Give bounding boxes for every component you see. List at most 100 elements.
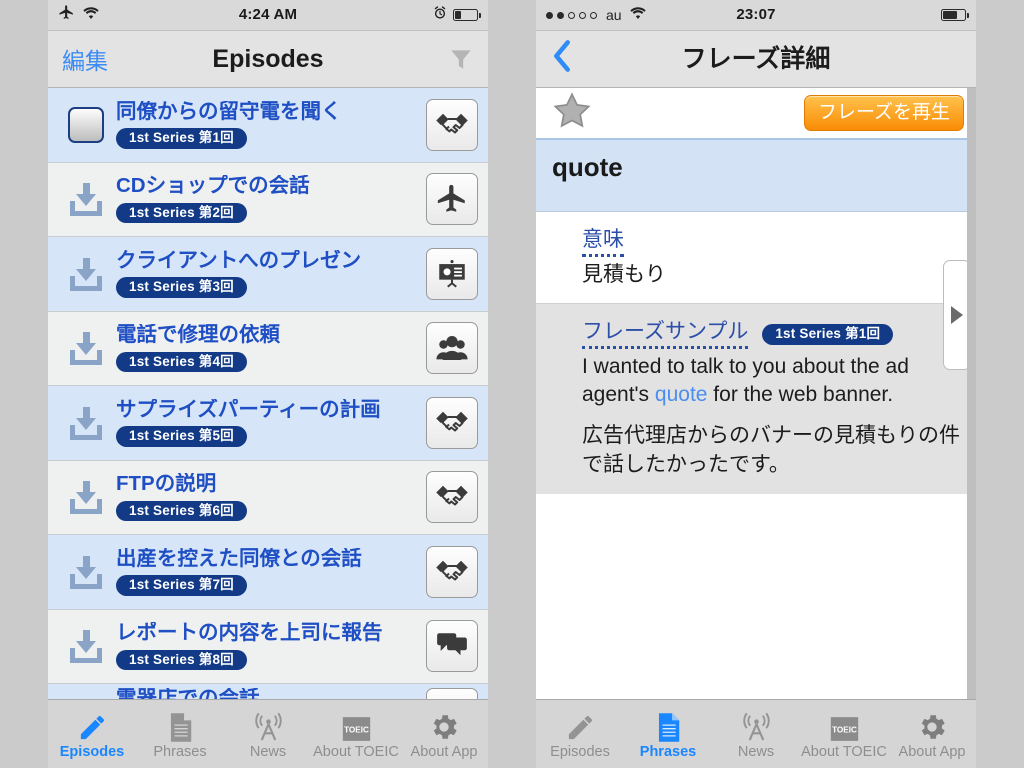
right-phone-screen: au 23:07 フレーズ詳細 フレーズを再生 quote 意味 見積もり フレ…: [536, 0, 976, 768]
phrase-word: quote: [552, 152, 623, 182]
status-time: 23:07: [736, 6, 776, 23]
table-row[interactable]: 電器店での会話: [48, 684, 488, 699]
tab-about-toeic[interactable]: TOEIC About TOEIC: [800, 700, 888, 768]
play-triangle-icon: [951, 306, 963, 324]
page-edge-strip: [967, 88, 976, 699]
tab-news[interactable]: News: [712, 700, 800, 768]
episode-title: 電話で修理の依頼: [116, 324, 280, 347]
handshake-icon: [426, 396, 478, 449]
tab-label: Phrases: [639, 743, 697, 760]
document-icon: [166, 709, 195, 743]
sample-english: I wanted to talk to you about the ad age…: [582, 353, 960, 408]
tab-label: About App: [410, 743, 478, 760]
tab-about-app[interactable]: About App: [400, 700, 488, 768]
left-tab-bar: Episodes Phrases News TOEIC About TOEIC: [48, 699, 488, 768]
table-row[interactable]: 電話で修理の依頼 1st Series 第4回: [48, 311, 488, 386]
alarm-clock-icon: [433, 5, 447, 25]
download-icon[interactable]: [69, 629, 103, 664]
tab-phrases[interactable]: Phrases: [624, 700, 712, 768]
battery-icon: [941, 9, 969, 21]
episode-title: クライアントへのプレゼン: [116, 249, 362, 272]
right-tab-bar: Episodes Phrases News TOEIC About TOEIC: [536, 699, 976, 768]
table-row[interactable]: クライアントへのプレゼン 1st Series 第3回: [48, 237, 488, 312]
meaning-body: 見積もり: [582, 263, 666, 287]
status-time: 4:24 AM: [238, 6, 298, 23]
tab-label: About TOEIC: [801, 743, 887, 760]
play-phrase-button[interactable]: フレーズを再生: [803, 95, 964, 131]
episode-title: 電器店での会話: [116, 688, 426, 699]
gear-icon: [916, 709, 948, 743]
broadcast-tower-icon: [253, 709, 284, 743]
series-badge: 1st Series 第3回: [116, 277, 247, 298]
tab-news[interactable]: News: [224, 700, 312, 768]
svg-text:TOEIC: TOEIC: [344, 725, 369, 734]
filter-funnel-icon[interactable]: [448, 46, 474, 72]
toeic-badge-icon: TOEIC: [341, 709, 372, 743]
svg-text:TOEIC: TOEIC: [832, 725, 857, 734]
left-status-bar: 4:24 AM: [48, 0, 488, 31]
episode-title: CDショップでの会話: [116, 175, 310, 198]
meaning-title: 意味: [582, 228, 624, 258]
download-icon[interactable]: [69, 480, 103, 515]
table-row[interactable]: レポートの内容を上司に報告 1st Series 第8回: [48, 609, 488, 684]
sample-title: フレーズサンプル: [582, 320, 749, 349]
star-outline-icon[interactable]: [550, 90, 594, 137]
row-checkbox[interactable]: [68, 106, 104, 143]
download-icon[interactable]: [69, 406, 103, 440]
episode-title: 同僚からの留守電を聞く: [116, 100, 342, 123]
table-row[interactable]: 同僚からの留守電を聞く 1st Series 第1回: [48, 88, 488, 163]
episode-title: レポートの内容を上司に報告: [116, 622, 383, 645]
presentation-icon: [426, 247, 478, 300]
pencil-icon: [565, 709, 596, 743]
phrase-detail: フレーズを再生 quote 意味 見積もり フレーズサンプル 1st Serie…: [536, 88, 976, 699]
episode-title: FTPの説明: [116, 473, 217, 496]
people-group-icon: [426, 322, 478, 375]
tab-about-app[interactable]: About App: [888, 700, 976, 768]
sample-japanese: 広告代理店からのバナーの見積もりの件で話したかったです。: [582, 424, 960, 476]
airplane-icon: [426, 173, 478, 226]
tab-label: Phrases: [153, 743, 207, 760]
toeic-badge-icon: TOEIC: [829, 709, 860, 743]
tab-episodes[interactable]: Episodes: [48, 700, 136, 768]
table-row[interactable]: FTPの説明 1st Series 第6回: [48, 460, 488, 535]
table-row[interactable]: サプライズパーティーの計画 1st Series 第5回: [48, 386, 488, 461]
page-title: フレーズ詳細: [681, 45, 831, 73]
series-badge: 1st Series 第2回: [116, 202, 247, 224]
tab-label: News: [737, 743, 775, 760]
sample-section: フレーズサンプル 1st Series 第1回 I wanted to talk…: [536, 303, 976, 494]
handshake-icon: [426, 98, 478, 151]
tab-about-toeic[interactable]: TOEIC About TOEIC: [312, 700, 400, 768]
download-icon[interactable]: [69, 555, 103, 589]
download-icon[interactable]: [69, 331, 103, 366]
series-badge: 1st Series 第5回: [116, 426, 247, 447]
episode-title: 出産を控えた同僚との会話: [116, 547, 362, 570]
tab-episodes[interactable]: Episodes: [536, 700, 624, 768]
episode-list[interactable]: 同僚からの留守電を聞く 1st Series 第1回 CDショップでの会話 1s…: [48, 88, 488, 699]
tab-label: Episodes: [59, 743, 125, 760]
series-badge: 1st Series 第1回: [116, 128, 247, 149]
series-badge: 1st Series 第6回: [116, 500, 247, 522]
speech-bubbles-icon: [426, 620, 478, 673]
favorite-bar: フレーズを再生: [536, 88, 976, 140]
back-chevron-left-icon[interactable]: [550, 39, 574, 79]
page-title: Episodes: [212, 45, 324, 73]
series-badge: 1st Series 第8回: [116, 649, 247, 671]
left-phone-screen: 4:24 AM 編集 Episodes 同僚からの留守電を聞く 1st Seri…: [48, 0, 488, 768]
pencil-icon: [77, 709, 108, 743]
edit-button[interactable]: 編集: [62, 42, 108, 76]
tab-phrases[interactable]: Phrases: [136, 700, 224, 768]
episode-title: サプライズパーティーの計画: [116, 398, 381, 421]
word-panel: quote: [536, 140, 976, 212]
document-icon: [654, 709, 683, 743]
download-icon[interactable]: [69, 257, 103, 291]
tab-label: Episodes: [550, 743, 610, 760]
handshake-icon: [426, 545, 478, 598]
table-row[interactable]: CDショップでの会話 1st Series 第2回: [48, 162, 488, 237]
right-status-bar: au 23:07: [536, 0, 976, 31]
series-badge: 1st Series 第7回: [116, 575, 247, 596]
gear-icon: [428, 709, 460, 743]
download-icon[interactable]: [69, 182, 103, 217]
table-row[interactable]: 出産を控えた同僚との会話 1st Series 第7回: [48, 535, 488, 610]
battery-icon: [453, 9, 481, 21]
category-icon: [426, 688, 478, 699]
